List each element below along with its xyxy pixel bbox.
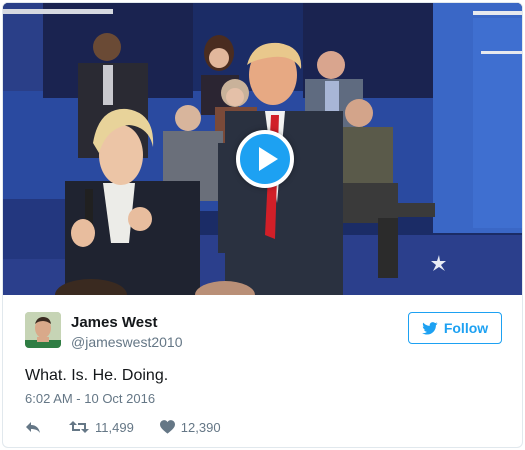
- tweet-timestamp[interactable]: 6:02 AM - 10 Oct 2016: [25, 391, 155, 406]
- play-icon: [259, 147, 278, 171]
- heart-icon: [159, 420, 175, 434]
- author-screen-name[interactable]: @jameswest2010: [71, 334, 183, 350]
- reply-icon: [26, 422, 40, 433]
- tweet-text: What. Is. He. Doing.: [25, 367, 169, 384]
- tweet-actions: 11,499 12,390: [25, 418, 221, 436]
- play-button[interactable]: [236, 130, 294, 188]
- video-thumbnail[interactable]: [3, 3, 522, 295]
- retweet-count: 11,499: [95, 419, 134, 435]
- follow-button[interactable]: Follow: [408, 312, 502, 344]
- like-count: 12,390: [180, 419, 221, 435]
- tweet-body: James West @jameswest2010 Follow What. I…: [3, 295, 522, 447]
- retweet-button[interactable]: 11,499: [69, 420, 134, 435]
- author-display-name[interactable]: James West: [71, 314, 157, 331]
- avatar-image: [25, 312, 61, 348]
- like-button[interactable]: 12,390: [159, 419, 221, 435]
- avatar[interactable]: [25, 312, 61, 348]
- reply-button[interactable]: [25, 420, 41, 434]
- embedded-tweet-card: James West @jameswest2010 Follow What. I…: [2, 2, 523, 448]
- retweet-icon: [69, 421, 89, 433]
- twitter-bird-icon: [422, 321, 438, 335]
- follow-label: Follow: [443, 320, 489, 336]
